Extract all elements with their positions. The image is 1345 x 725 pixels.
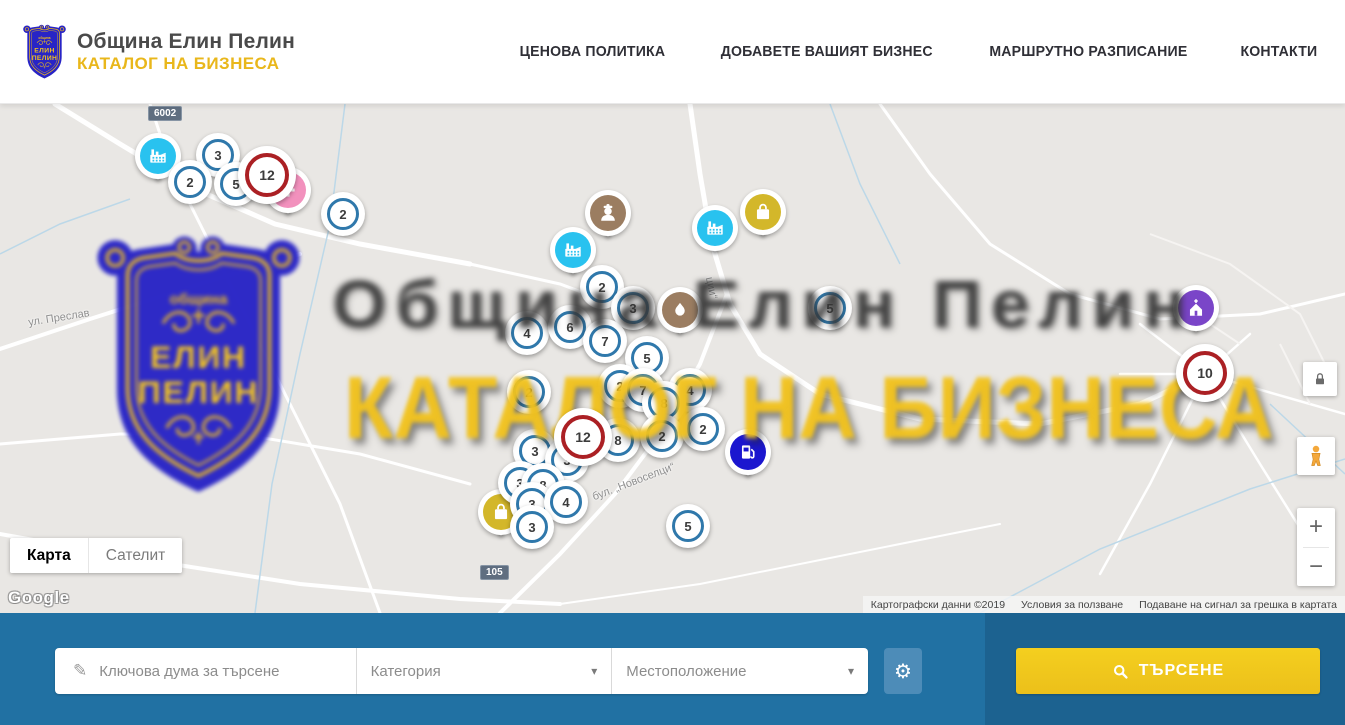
google-logo[interactable]: Google bbox=[8, 588, 70, 608]
gear-icon: ⚙ bbox=[894, 659, 912, 684]
advanced-settings-button[interactable]: ⚙ bbox=[884, 648, 922, 694]
map-type-satellite-button[interactable]: Сателит bbox=[89, 538, 182, 573]
map-cluster-marker[interactable]: 10 bbox=[1176, 344, 1234, 402]
zoom-in-button[interactable]: + bbox=[1297, 508, 1335, 547]
pegman-icon bbox=[1304, 444, 1328, 468]
category-select-label: Категория bbox=[371, 663, 441, 680]
site-header: Община Елин Пелин КАТАЛОГ НА БИЗНЕСА ЦЕН… bbox=[0, 0, 1345, 104]
map-cluster-marker[interactable]: 2 bbox=[168, 160, 212, 204]
map-cluster-marker[interactable]: 5 bbox=[808, 286, 852, 330]
brand-logo[interactable]: Община Елин Пелин КАТАЛОГ НА БИЗНЕСА bbox=[22, 24, 295, 80]
map-cluster-marker[interactable]: 7 bbox=[583, 319, 627, 363]
attribution-terms-link[interactable]: Условия за ползване bbox=[1013, 599, 1131, 611]
map-pin-fire-icon[interactable] bbox=[657, 287, 703, 333]
search-fields: ✎ Категория ▾ Местоположение ▾ bbox=[55, 648, 868, 694]
map-pin-shopping-bag-icon[interactable] bbox=[740, 189, 786, 235]
keyword-search-input[interactable] bbox=[99, 648, 355, 694]
map-cluster-marker[interactable]: 3 bbox=[510, 505, 554, 549]
map-pin-factory-icon[interactable] bbox=[550, 227, 596, 273]
map-pin-fuel-icon[interactable] bbox=[725, 429, 771, 475]
lock-icon bbox=[1312, 371, 1328, 387]
nav-contacts[interactable]: КОНТАКТИ bbox=[1241, 43, 1318, 60]
pencil-icon: ✎ bbox=[73, 661, 87, 681]
chevron-down-icon: ▾ bbox=[591, 664, 597, 678]
map-cluster-marker[interactable]: 4 bbox=[505, 311, 549, 355]
search-button-label: ТЪРСЕНЕ bbox=[1139, 662, 1224, 680]
attribution-report-error-link[interactable]: Подаване на сигнал за грешка в картата bbox=[1131, 599, 1345, 611]
nav-add-your-business[interactable]: ДОБАВЕТЕ ВАШИЯТ БИЗНЕС bbox=[721, 43, 933, 60]
main-nav: ЦЕНОВА ПОЛИТИКА ДОБАВЕТЕ ВАШИЯТ БИЗНЕС М… bbox=[515, 43, 1320, 60]
map-pin-factory-icon[interactable] bbox=[692, 205, 738, 251]
street-view-pegman-button[interactable] bbox=[1297, 437, 1335, 475]
map-cluster-marker[interactable]: 2 bbox=[507, 370, 551, 414]
category-select[interactable]: Категория ▾ bbox=[357, 648, 613, 694]
location-select-label: Местоположение bbox=[626, 663, 746, 680]
road-number-badge: 6002 bbox=[148, 106, 182, 121]
lock-button[interactable] bbox=[1303, 362, 1337, 396]
map-cluster-marker[interactable]: 12 bbox=[238, 146, 296, 204]
zoom-out-button[interactable]: − bbox=[1297, 548, 1335, 587]
site-subtitle: КАТАЛОГ НА БИЗНЕСА bbox=[77, 54, 295, 74]
map-cluster-marker[interactable]: 5 bbox=[666, 504, 710, 548]
map-type-map-button[interactable]: Карта bbox=[10, 538, 89, 573]
site-title: Община Елин Пелин bbox=[77, 30, 295, 54]
chevron-down-icon: ▾ bbox=[848, 664, 854, 678]
zoom-control: + − bbox=[1297, 508, 1335, 586]
road-number-badge: 105 bbox=[480, 565, 509, 580]
keyword-field-wrap: ✎ bbox=[55, 648, 357, 694]
map-attribution: Картографски данни ©2019 Условия за полз… bbox=[863, 596, 1345, 613]
municipality-shield-icon bbox=[22, 24, 67, 80]
search-button[interactable]: ТЪРСЕНЕ bbox=[1016, 648, 1320, 694]
attribution-copyright: Картографски данни ©2019 bbox=[863, 599, 1013, 611]
page: Община Елин Пелин КАТАЛОГ НА БИЗНЕСА ЦЕН… bbox=[0, 0, 1345, 725]
nav-route-schedule[interactable]: МАРШРУТНО РАЗПИСАНИЕ bbox=[990, 43, 1188, 60]
map-type-control: Карта Сателит bbox=[10, 538, 182, 573]
map-cluster-marker[interactable]: 2 bbox=[681, 407, 725, 451]
map-cluster-marker[interactable]: 2 bbox=[640, 414, 684, 458]
nav-pricing-policy[interactable]: ЦЕНОВА ПОЛИТИКА bbox=[520, 43, 666, 60]
map-cluster-marker[interactable]: 12 bbox=[554, 408, 612, 466]
location-select[interactable]: Местоположение ▾ bbox=[612, 648, 868, 694]
map-pin-church-icon[interactable] bbox=[1173, 285, 1219, 331]
map-cluster-marker[interactable]: 2 bbox=[321, 192, 365, 236]
search-panel: ✎ Категория ▾ Местоположение ▾ ⚙ ТЪРСЕНЕ bbox=[0, 613, 1345, 725]
search-icon bbox=[1112, 663, 1129, 680]
map-canvas[interactable]: ул. Преславбул. „Новоселци“ции“6002105 3… bbox=[0, 104, 1345, 613]
